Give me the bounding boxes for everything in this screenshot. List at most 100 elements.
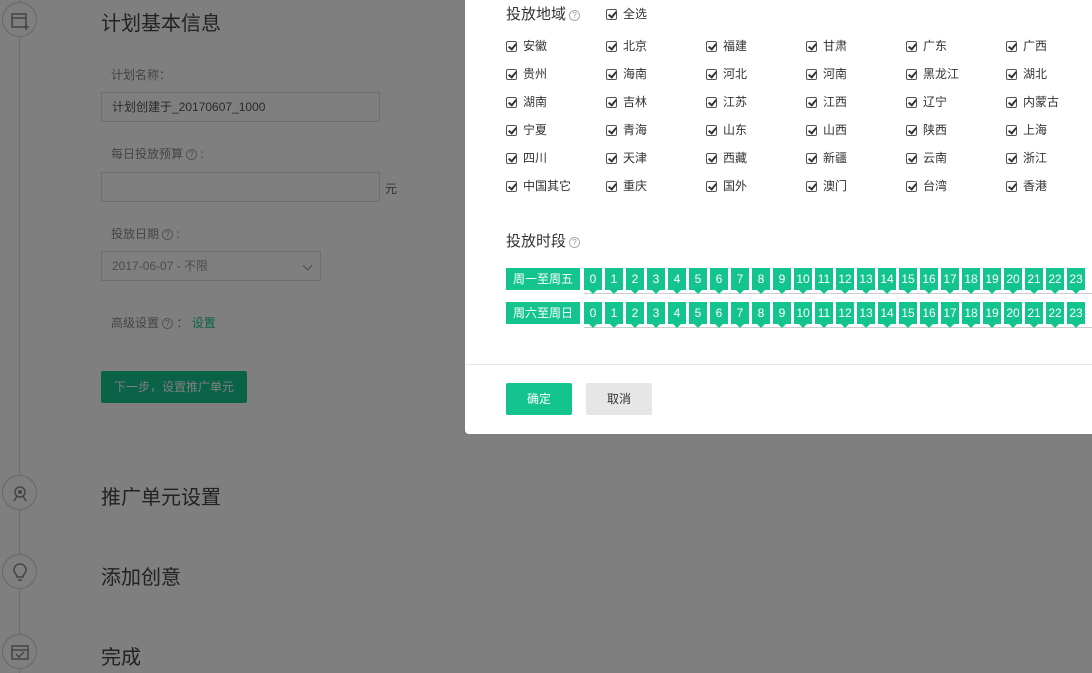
hour-slot[interactable]: 3 — [647, 268, 665, 294]
region-checkbox[interactable]: 重庆 — [606, 177, 706, 195]
hour-slot[interactable]: 9 — [773, 302, 791, 328]
hour-slot[interactable]: 17 — [941, 302, 959, 328]
region-checkbox[interactable]: 云南 — [906, 149, 1006, 167]
hour-slot[interactable]: 10 — [794, 268, 812, 294]
hour-slot[interactable]: 1 — [605, 302, 623, 328]
hour-slot[interactable]: 10 — [794, 302, 812, 328]
select-all-checkbox[interactable]: 全选 — [606, 5, 647, 22]
hour-slot[interactable]: 20 — [1004, 268, 1022, 294]
hour-slot[interactable]: 21 — [1025, 302, 1043, 328]
hour-slot[interactable]: 5 — [689, 268, 707, 294]
hour-slot[interactable]: 9 — [773, 268, 791, 294]
region-label: 台湾 — [923, 179, 948, 193]
hour-slot[interactable]: 18 — [962, 302, 980, 328]
hour-slot[interactable]: 8 — [752, 268, 770, 294]
region-checkbox[interactable]: 甘肃 — [806, 37, 906, 55]
hour-slot[interactable]: 6 — [710, 302, 728, 328]
region-checkbox[interactable]: 北京 — [606, 37, 706, 55]
hour-slot[interactable]: 22 — [1046, 302, 1064, 328]
region-checkbox[interactable]: 中国其它 — [506, 177, 606, 195]
region-checkbox[interactable]: 江西 — [806, 93, 906, 111]
help-icon: ? — [569, 9, 581, 21]
hour-slot[interactable]: 1 — [605, 268, 623, 294]
region-checkbox[interactable]: 国外 — [706, 177, 806, 195]
region-label: 贵州 — [523, 67, 548, 81]
hour-slot[interactable]: 17 — [941, 268, 959, 294]
hour-slot[interactable]: 16 — [920, 302, 938, 328]
cancel-button[interactable]: 取消 — [586, 383, 652, 415]
hour-slot[interactable]: 7 — [731, 268, 749, 294]
hour-slot[interactable]: 20 — [1004, 302, 1022, 328]
confirm-button[interactable]: 确定 — [506, 383, 572, 415]
hour-slot[interactable]: 4 — [668, 302, 686, 328]
region-checkbox[interactable]: 澳门 — [806, 177, 906, 195]
hour-slot[interactable]: 8 — [752, 302, 770, 328]
region-checkbox[interactable]: 海南 — [606, 65, 706, 83]
hour-slot[interactable]: 12 — [836, 302, 854, 328]
hour-slot[interactable]: 21 — [1025, 268, 1043, 294]
region-checkbox[interactable]: 西藏 — [706, 149, 806, 167]
region-checkbox[interactable]: 山东 — [706, 121, 806, 139]
hour-slot[interactable]: 0 — [584, 268, 602, 294]
hour-slot[interactable]: 18 — [962, 268, 980, 294]
hour-slot[interactable]: 23 — [1067, 268, 1085, 294]
time-section-title: 投放时段? — [506, 230, 581, 251]
region-checkbox[interactable]: 陕西 — [906, 121, 1006, 139]
hour-slot[interactable]: 5 — [689, 302, 707, 328]
hour-slot[interactable]: 7 — [731, 302, 749, 328]
region-checkbox[interactable]: 江苏 — [706, 93, 806, 111]
region-checkbox[interactable]: 河南 — [806, 65, 906, 83]
region-checkbox[interactable]: 青海 — [606, 121, 706, 139]
region-checkbox[interactable]: 福建 — [706, 37, 806, 55]
region-checkbox[interactable]: 香港 — [1006, 177, 1092, 195]
hour-slot[interactable]: 2 — [626, 268, 644, 294]
hour-slot[interactable]: 14 — [878, 268, 896, 294]
region-checkbox[interactable]: 广西 — [1006, 37, 1092, 55]
region-checkbox[interactable]: 宁夏 — [506, 121, 606, 139]
hour-slot[interactable]: 22 — [1046, 268, 1064, 294]
region-checkbox[interactable]: 湖南 — [506, 93, 606, 111]
weekend-label[interactable]: 周六至周日 — [506, 302, 580, 324]
region-checkbox[interactable]: 贵州 — [506, 65, 606, 83]
hour-slot[interactable]: 14 — [878, 302, 896, 328]
region-label: 吉林 — [623, 95, 648, 109]
hour-slot[interactable]: 11 — [815, 302, 833, 328]
hour-slot[interactable]: 4 — [668, 268, 686, 294]
hour-slot[interactable]: 16 — [920, 268, 938, 294]
checkbox-checked-icon — [506, 181, 517, 193]
region-checkbox[interactable]: 内蒙古 — [1006, 93, 1092, 111]
region-checkbox[interactable]: 四川 — [506, 149, 606, 167]
region-checkbox[interactable]: 天津 — [606, 149, 706, 167]
region-checkbox[interactable]: 上海 — [1006, 121, 1092, 139]
hour-slot[interactable]: 3 — [647, 302, 665, 328]
region-checkbox[interactable]: 黑龙江 — [906, 65, 1006, 83]
hour-slot[interactable]: 6 — [710, 268, 728, 294]
hour-slot[interactable]: 13 — [857, 268, 875, 294]
region-checkbox[interactable]: 台湾 — [906, 177, 1006, 195]
region-checkbox[interactable]: 新疆 — [806, 149, 906, 167]
hour-slot[interactable]: 12 — [836, 268, 854, 294]
checkbox-checked-icon — [906, 153, 917, 165]
hour-slot[interactable]: 19 — [983, 268, 1001, 294]
checkbox-checked-icon — [506, 125, 517, 137]
weekday-label[interactable]: 周一至周五 — [506, 268, 580, 290]
region-checkbox[interactable]: 吉林 — [606, 93, 706, 111]
region-label: 河北 — [723, 67, 748, 81]
region-label: 江西 — [823, 95, 848, 109]
region-checkbox[interactable]: 辽宁 — [906, 93, 1006, 111]
hour-slot[interactable]: 15 — [899, 268, 917, 294]
region-checkbox[interactable]: 广东 — [906, 37, 1006, 55]
hour-slot[interactable]: 23 — [1067, 302, 1085, 328]
region-checkbox[interactable]: 湖北 — [1006, 65, 1092, 83]
hour-slot[interactable]: 15 — [899, 302, 917, 328]
region-checkbox[interactable]: 安徽 — [506, 37, 606, 55]
hour-slot[interactable]: 0 — [584, 302, 602, 328]
hour-slot[interactable]: 13 — [857, 302, 875, 328]
region-checkbox[interactable]: 山西 — [806, 121, 906, 139]
region-checkbox[interactable]: 浙江 — [1006, 149, 1092, 167]
hour-slot[interactable]: 2 — [626, 302, 644, 328]
region-checkbox[interactable]: 河北 — [706, 65, 806, 83]
hour-slot[interactable]: 19 — [983, 302, 1001, 328]
checkbox-checked-icon — [606, 125, 617, 137]
hour-slot[interactable]: 11 — [815, 268, 833, 294]
